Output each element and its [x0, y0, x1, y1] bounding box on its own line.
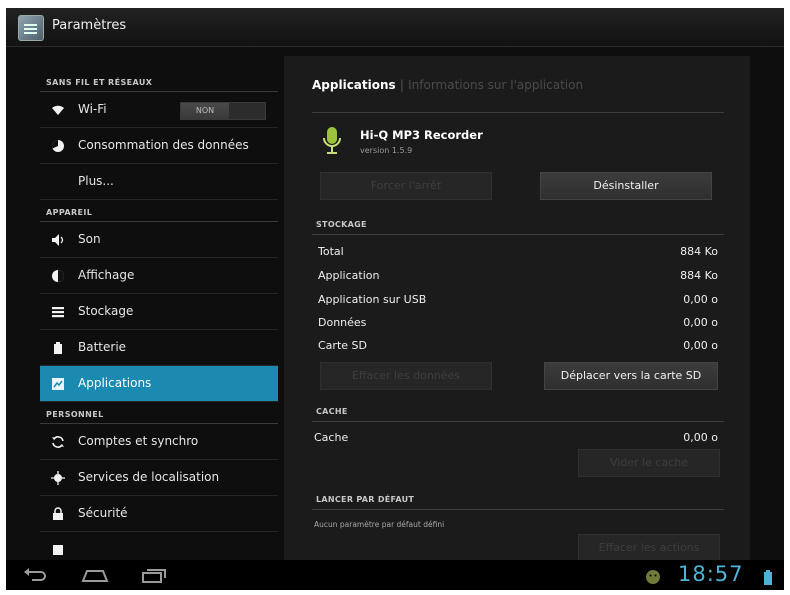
storage-value: 0,00 o: [683, 293, 718, 306]
storage-row: Total 884 Ko: [318, 245, 718, 261]
battery-icon: [51, 341, 65, 355]
sidebar-item-label: Comptes et synchro: [78, 434, 199, 448]
screen: Paramètres SANS FIL ET RÉSEAUX Wi-Fi NON…: [6, 8, 784, 590]
sidebar-item-applications[interactable]: Applications: [40, 366, 278, 402]
sidebar-item-storage[interactable]: Stockage: [40, 294, 278, 330]
sidebar-item-location[interactable]: Services de localisation: [40, 460, 278, 496]
sidebar-item-label: Batterie: [78, 340, 127, 354]
storage-label: Total: [318, 245, 344, 258]
uninstall-button[interactable]: Désinstaller: [540, 172, 712, 200]
sidebar-item-label: Son: [78, 232, 101, 246]
cache-value: 0,00 o: [683, 431, 718, 444]
sidebar-item-security[interactable]: Sécurité: [40, 496, 278, 532]
brightness-icon: [51, 269, 65, 283]
cache-header: CACHE: [316, 407, 348, 416]
sidebar-item-label: Plus...: [78, 174, 114, 188]
storage-row: Données 0,00 o: [318, 316, 718, 332]
divider: [312, 112, 724, 113]
sidebar-item-more[interactable]: Plus...: [40, 164, 278, 200]
microphone-icon: [323, 127, 341, 154]
cache-row: Cache 0,00 o: [314, 431, 718, 447]
app-version: version 1.5.9: [360, 146, 413, 155]
sidebar-item-label: Stockage: [78, 304, 134, 318]
battery-status-icon: [764, 570, 772, 585]
lock-icon: [51, 507, 65, 521]
section-header-personal: PERSONNEL: [40, 402, 278, 424]
sidebar-item-label: Applications: [78, 376, 152, 390]
launch-default-header: LANCER PAR DÉFAUT: [316, 495, 415, 504]
sync-icon: [51, 435, 65, 449]
storage-label: Application sur USB: [318, 293, 427, 306]
android-notification-icon[interactable]: [644, 567, 662, 587]
storage-value: 0,00 o: [683, 339, 718, 352]
sidebar-item-accounts-sync[interactable]: Comptes et synchro: [40, 424, 278, 460]
app-name: Hi-Q MP3 Recorder: [360, 128, 483, 142]
storage-row: Application sur USB 0,00 o: [318, 293, 718, 309]
breadcrumb-current[interactable]: Applications: [312, 78, 396, 92]
apps-icon: [51, 377, 65, 391]
storage-row: Application 884 Ko: [318, 269, 718, 285]
storage-icon: [51, 305, 65, 319]
divider: [312, 234, 724, 235]
sidebar-item-wifi[interactable]: Wi-Fi NON: [40, 92, 278, 128]
wifi-toggle[interactable]: NON: [180, 102, 266, 120]
settings-sidebar: SANS FIL ET RÉSEAUX Wi-Fi NON Consommati…: [40, 70, 278, 565]
action-bar: Paramètres: [6, 8, 784, 47]
back-icon[interactable]: [22, 565, 48, 585]
storage-row: Carte SD 0,00 o: [318, 339, 718, 355]
sidebar-item-label: Affichage: [78, 268, 135, 282]
location-icon: [51, 471, 65, 485]
action-bar-title: Paramètres: [52, 18, 127, 33]
storage-value: 0,00 o: [683, 316, 718, 329]
sidebar-item-data-usage[interactable]: Consommation des données: [40, 128, 278, 164]
sidebar-item-battery[interactable]: Batterie: [40, 330, 278, 366]
storage-label: Carte SD: [318, 339, 367, 352]
divider: [312, 509, 724, 510]
data-usage-icon: [51, 139, 65, 153]
home-icon[interactable]: [80, 565, 110, 585]
system-navigation-bar: 18:57: [6, 560, 784, 590]
move-to-sd-button[interactable]: Déplacer vers la carte SD: [544, 362, 718, 390]
divider: [312, 421, 724, 422]
status-clock[interactable]: 18:57: [678, 562, 744, 586]
breadcrumb-next: Informations sur l'application: [408, 78, 584, 92]
speaker-icon: [51, 233, 65, 247]
storage-header: STOCKAGE: [316, 220, 367, 229]
sidebar-item-sound[interactable]: Son: [40, 222, 278, 258]
launch-default-note: Aucun paramètre par défaut défini: [314, 520, 445, 529]
storage-value: 884 Ko: [680, 245, 718, 258]
language-icon: [51, 543, 65, 557]
storage-value: 884 Ko: [680, 269, 718, 282]
storage-label: Données: [318, 316, 367, 329]
section-header-device: APPAREIL: [40, 200, 278, 222]
clear-cache-button[interactable]: Vider le cache: [578, 449, 720, 477]
wifi-icon: [51, 103, 65, 117]
app-info-pane: Applications | Informations sur l'applic…: [284, 56, 750, 576]
wifi-toggle-label: NON: [181, 103, 229, 119]
breadcrumb: Applications | Informations sur l'applic…: [312, 78, 583, 92]
force-stop-button[interactable]: Forcer l'arrêt: [320, 172, 492, 200]
storage-label: Application: [318, 269, 380, 282]
settings-icon[interactable]: [18, 15, 44, 41]
clear-defaults-button[interactable]: Effacer les actions: [578, 534, 720, 562]
sidebar-item-display[interactable]: Affichage: [40, 258, 278, 294]
sidebar-item-label: Services de localisation: [78, 470, 220, 484]
cache-label: Cache: [314, 431, 349, 444]
sidebar-item-label: Consommation des données: [78, 138, 249, 152]
section-header-wireless: SANS FIL ET RÉSEAUX: [40, 70, 278, 92]
breadcrumb-separator: |: [399, 78, 404, 92]
sidebar-item-label: Wi-Fi: [78, 102, 107, 116]
clear-data-button[interactable]: Effacer les données: [320, 362, 492, 390]
sidebar-item-label: Sécurité: [78, 506, 128, 520]
recent-apps-icon[interactable]: [140, 565, 168, 585]
